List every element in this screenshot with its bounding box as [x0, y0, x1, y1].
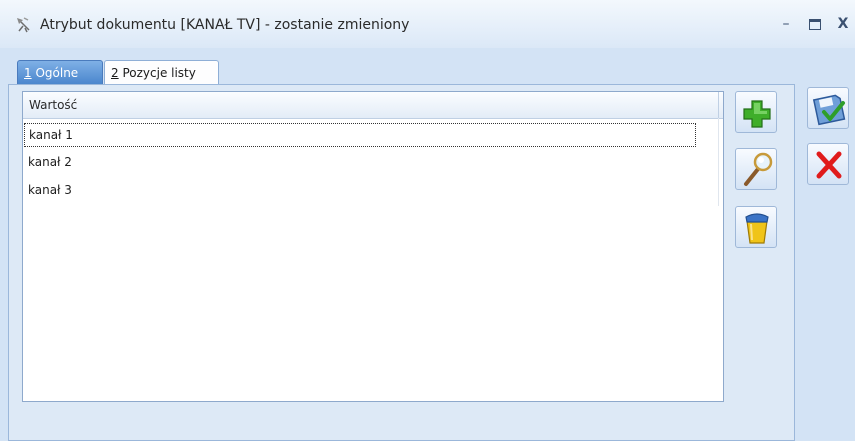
- column-divider[interactable]: [718, 92, 719, 118]
- magnifier-icon: [744, 152, 773, 186]
- maximize-button[interactable]: [805, 14, 825, 34]
- save-button[interactable]: [807, 87, 849, 129]
- view-item-button[interactable]: [735, 148, 777, 190]
- tab-pozycje-label: Pozycje listy: [118, 66, 196, 80]
- minimize-button[interactable]: –: [776, 14, 796, 34]
- trash-bin-icon: [745, 213, 769, 244]
- tab-ogolne-number: 1: [24, 66, 32, 80]
- column-header-wartosc[interactable]: Wartość: [29, 98, 77, 112]
- tab-ogolne-label: Ogólne: [31, 66, 79, 80]
- list-item[interactable]: kanał 2: [24, 151, 696, 175]
- cancel-button[interactable]: [807, 143, 849, 185]
- values-list[interactable]: Wartość kanał 1 kanał 2 kanał 3: [22, 91, 724, 402]
- close-button[interactable]: X: [833, 14, 853, 34]
- tab-pozycje-number: 2: [111, 66, 119, 80]
- maximize-icon: [809, 19, 821, 30]
- tab-ogolne[interactable]: 1 Ogólne: [17, 60, 103, 84]
- app-icon: [17, 17, 30, 33]
- column-grid-line: [718, 118, 719, 206]
- list-item[interactable]: kanał 1: [24, 123, 696, 147]
- list-header: Wartość: [23, 92, 723, 119]
- title-bar[interactable]: Atrybut dokumentu [KANAŁ TV] - zostanie …: [0, 0, 855, 48]
- save-icon: [812, 94, 846, 126]
- window-title: Atrybut dokumentu [KANAŁ TV] - zostanie …: [40, 17, 410, 33]
- plus-icon: [743, 100, 771, 128]
- tab-pozycje-listy[interactable]: 2 Pozycje listy: [104, 60, 219, 85]
- list-item[interactable]: kanał 3: [24, 179, 696, 203]
- cancel-icon: [816, 151, 842, 179]
- add-item-button[interactable]: [735, 91, 777, 133]
- dialog-window: Atrybut dokumentu [KANAŁ TV] - zostanie …: [0, 0, 855, 441]
- delete-item-button[interactable]: [735, 206, 777, 248]
